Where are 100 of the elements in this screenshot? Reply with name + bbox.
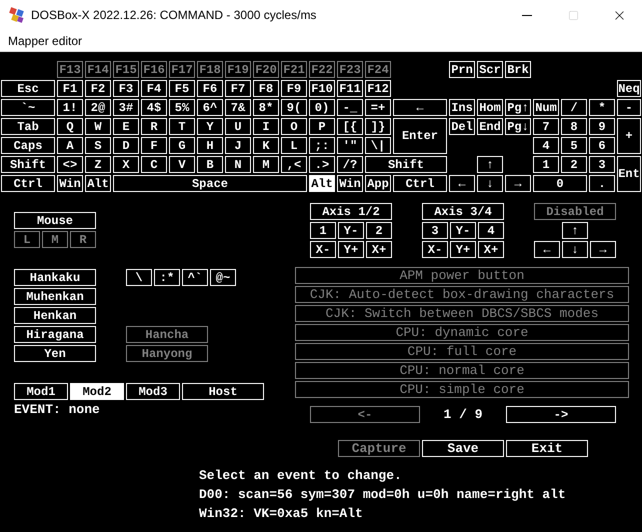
key[interactable]: 2@ xyxy=(85,99,111,116)
key[interactable]: @~ xyxy=(210,269,236,286)
modifier-key[interactable]: Mod1 xyxy=(14,383,68,400)
key[interactable]: [{ xyxy=(337,118,363,135)
key[interactable]: 5% xyxy=(169,99,195,116)
key[interactable]: D xyxy=(113,137,139,154)
key[interactable]: F5 xyxy=(169,80,195,97)
key[interactable]: Shift xyxy=(1,156,55,173)
axis-key[interactable]: 4 xyxy=(478,222,504,239)
mouse-key[interactable]: Mouse xyxy=(14,212,96,229)
modifier-key[interactable]: Host xyxy=(182,383,264,400)
key[interactable]: 7 xyxy=(533,118,559,135)
key[interactable]: F9 xyxy=(281,80,307,97)
key[interactable]: A xyxy=(57,137,83,154)
key[interactable]: F3 xyxy=(113,80,139,97)
key[interactable]: Enter xyxy=(393,118,447,154)
key[interactable]: Pg↑ xyxy=(505,99,531,116)
key[interactable]: /? xyxy=(337,156,363,173)
key[interactable]: - xyxy=(617,99,641,116)
axis-key[interactable]: Y- xyxy=(450,222,476,239)
axis-key[interactable]: X- xyxy=(422,241,448,258)
key[interactable]: 0) xyxy=(309,99,335,116)
key[interactable]: F8 xyxy=(253,80,279,97)
key[interactable]: End xyxy=(477,118,503,135)
key[interactable]: / xyxy=(561,99,587,116)
axis-key[interactable]: Y- xyxy=(338,222,364,239)
key[interactable]: 8 xyxy=(561,118,587,135)
key[interactable]: ← xyxy=(393,99,447,116)
key[interactable]: W xyxy=(85,118,111,135)
action-button[interactable]: Save xyxy=(422,440,504,457)
axis-key[interactable]: 2 xyxy=(366,222,392,239)
key[interactable]: J xyxy=(225,137,251,154)
action-button[interactable]: Exit xyxy=(506,440,588,457)
key[interactable]: S xyxy=(85,137,111,154)
key[interactable]: Muhenkan xyxy=(14,288,96,305)
key[interactable]: -_ xyxy=(337,99,363,116)
hat-key[interactable]: → xyxy=(590,241,616,258)
key[interactable]: U xyxy=(225,118,251,135)
key[interactable]: Ctrl xyxy=(393,175,447,192)
key[interactable]: Ins xyxy=(449,99,475,116)
key[interactable]: M xyxy=(253,156,279,173)
key[interactable]: C xyxy=(141,156,167,173)
key[interactable]: 9 xyxy=(589,118,615,135)
axis-key[interactable]: X- xyxy=(310,241,336,258)
next-page-button[interactable]: -> xyxy=(506,406,616,423)
hat-key[interactable]: ↓ xyxy=(562,241,588,258)
key[interactable]: Tab xyxy=(1,118,55,135)
key[interactable]: Alt xyxy=(309,175,335,192)
key[interactable]: .> xyxy=(309,156,335,173)
key[interactable]: G xyxy=(169,137,195,154)
key[interactable]: 1! xyxy=(57,99,83,116)
key[interactable]: R xyxy=(141,118,167,135)
key[interactable]: ^` xyxy=(182,269,208,286)
key[interactable]: Hankaku xyxy=(14,269,96,286)
key[interactable]: → xyxy=(505,175,531,192)
key[interactable]: * xyxy=(589,99,615,116)
axis-key[interactable]: 3 xyxy=(422,222,448,239)
key[interactable]: 3 xyxy=(589,156,615,173)
key[interactable]: Del xyxy=(449,118,475,135)
key[interactable]: 7& xyxy=(225,99,251,116)
key[interactable]: Z xyxy=(85,156,111,173)
key[interactable]: Y xyxy=(197,118,223,135)
key[interactable]: Win xyxy=(57,175,83,192)
key[interactable]: X xyxy=(113,156,139,173)
key[interactable]: F4 xyxy=(141,80,167,97)
key[interactable]: F xyxy=(141,137,167,154)
modifier-key[interactable]: Mod2 xyxy=(70,383,124,400)
modifier-key[interactable]: Mod3 xyxy=(126,383,180,400)
key[interactable]: F12 xyxy=(365,80,391,97)
axis-title-key[interactable]: Axis 1/2 xyxy=(310,203,392,220)
axis-key[interactable]: 1 xyxy=(310,222,336,239)
key[interactable]: Shift xyxy=(365,156,447,173)
key[interactable]: ;: xyxy=(309,137,335,154)
key[interactable]: O xyxy=(281,118,307,135)
key[interactable]: Yen xyxy=(14,345,96,362)
key[interactable]: Win xyxy=(337,175,363,192)
key[interactable]: F6 xyxy=(197,80,223,97)
key[interactable]: 6 xyxy=(589,137,615,154)
key[interactable]: 4$ xyxy=(141,99,167,116)
key[interactable]: H xyxy=(197,137,223,154)
key[interactable]: 0 xyxy=(533,175,587,192)
key[interactable]: Esc xyxy=(1,80,55,97)
key[interactable]: <> xyxy=(57,156,83,173)
key[interactable]: ← xyxy=(449,175,475,192)
axis-key[interactable]: X+ xyxy=(478,241,504,258)
key[interactable]: L xyxy=(281,137,307,154)
axis-title-key[interactable]: Axis 3/4 xyxy=(422,203,504,220)
key[interactable]: ↑ xyxy=(477,156,503,173)
key[interactable]: . xyxy=(589,175,615,192)
key[interactable]: 2 xyxy=(561,156,587,173)
key[interactable]: Brk xyxy=(505,61,531,78)
axis-key[interactable]: Y+ xyxy=(338,241,364,258)
key[interactable]: Hiragana xyxy=(14,326,96,343)
key[interactable]: + xyxy=(617,118,641,154)
key[interactable]: 1 xyxy=(533,156,559,173)
key[interactable]: 4 xyxy=(533,137,559,154)
key[interactable]: Hom xyxy=(477,99,503,116)
key[interactable]: Space xyxy=(113,175,307,192)
key[interactable]: K xyxy=(253,137,279,154)
key[interactable]: F10 xyxy=(309,80,335,97)
